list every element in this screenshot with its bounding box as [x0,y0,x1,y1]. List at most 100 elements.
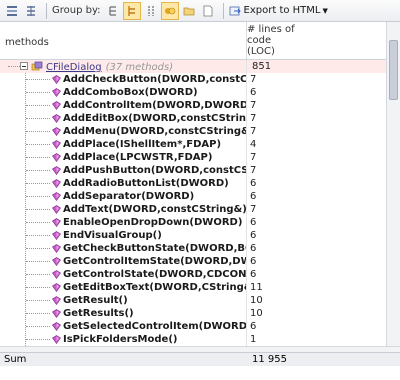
method-name[interactable]: AddComboBox(DWORD) [63,86,198,99]
method-name[interactable]: AddPushButton(DWORD,constCString&) [63,164,246,177]
method-name[interactable]: AddPlace(IShellItem*,FDAP) [63,138,221,151]
method-name[interactable]: AddPlace(LPCWSTR,FDAP) [63,151,212,164]
tree-row-method[interactable]: AddPushButton(DWORD,constCString&) 7 [0,164,400,177]
flat-list-icon [108,5,116,16]
tree-connector [26,235,50,236]
method-name[interactable]: GetCheckButtonState(DWORD,BOOL&) [63,242,246,255]
tree-row-method[interactable]: AddPlace(IShellItem*,FDAP) 4 [0,138,400,151]
method-name[interactable]: GetEditBoxText(DWORD,CString&) [63,281,246,294]
file-icon [203,5,212,16]
method-icon [52,270,61,279]
method-name[interactable]: GetResult() [63,294,128,307]
tree-row-method[interactable]: AddCheckButton(DWORD,constCString&,B 7 [0,73,400,86]
tree-row-method[interactable]: EndVisualGroup() 6 [0,229,400,242]
method-name[interactable]: AddRadioButtonList(DWORD) [63,177,229,190]
loc-value: 11 [250,282,263,293]
column-header: methods # lines of code (LOC) [0,22,400,60]
group-by-type-button[interactable] [122,1,141,20]
method-name[interactable]: AddControlItem(DWORD,DWORD,constCS [63,99,246,112]
tree-connector [26,248,50,249]
collapse-toggle-icon[interactable] [20,62,28,70]
group-flat-button[interactable] [104,2,122,20]
tree-connector [26,170,50,171]
method-name[interactable]: GetSelectedControlItem(DWORD,DWORD& [63,320,246,333]
method-name[interactable]: IsPickFoldersMode() [63,333,177,346]
method-icon [52,231,61,240]
tree-row-method[interactable]: AddText(DWORD,constCString&) 7 [0,203,400,216]
class-label: CFileDialog (37 methods) [46,60,173,73]
loc-column-header[interactable]: # lines of code (LOC) [247,24,367,57]
loc-value: 7 [250,126,257,137]
method-name[interactable]: AddMenu(DWORD,constCString&) [63,125,246,138]
method-name[interactable]: AddEditBox(DWORD,constCString&) [63,112,246,125]
method-name[interactable]: GetResults() [63,307,134,320]
tree-row-method[interactable]: AddComboBox(DWORD) 6 [0,86,400,99]
method-icon [52,140,61,149]
summary-footer: Sum 11 955 [0,352,400,367]
tree-row-method[interactable]: AddControlItem(DWORD,DWORD,constCS 7 [0,99,400,112]
loc-value: 6 [250,178,257,189]
tree-connector [26,92,50,93]
tree-connector [26,222,50,223]
group-by-folder-button[interactable] [180,2,198,20]
method-name[interactable]: AddText(DWORD,constCString&) [63,203,246,216]
tree-row-method[interactable]: GetCheckButtonState(DWORD,BOOL&) 6 [0,242,400,255]
tree-connector [8,66,20,67]
tree-row-method[interactable]: EnableOpenDropDown(DWORD) 6 [0,216,400,229]
tree-row-method[interactable]: GetEditBoxText(DWORD,CString&) 11 [0,281,400,294]
class-name[interactable]: CFileDialog [46,62,102,73]
method-name[interactable]: AddSeparator(DWORD) [63,190,194,203]
tree-row-method[interactable]: AddRadioButtonList(DWORD) 6 [0,177,400,190]
group-by-assembly-button[interactable] [160,1,179,20]
loc-value: 7 [250,204,257,215]
tree-row-method[interactable]: IsPickFoldersMode() 1 [0,333,400,346]
loc-value: 6 [250,243,257,254]
tree-row-method[interactable]: AddPlace(LPCWSTR,FDAP) 7 [0,151,400,164]
method-name[interactable]: EnableOpenDropDown(DWORD) [63,216,242,229]
tree-row-method[interactable]: AddMenu(DWORD,constCString&) 7 [0,125,400,138]
method-icon [52,101,61,110]
method-icon [52,114,61,123]
expand-all-button[interactable] [22,2,40,20]
tree-row-method[interactable]: GetResults() 10 [0,307,400,320]
tree-connector [26,105,50,106]
method-icon [52,75,61,84]
method-icon [52,309,61,318]
method-name[interactable]: EndVisualGroup() [63,229,162,242]
assembly-icon [164,7,175,14]
tree-row-method[interactable]: AddEditBox(DWORD,constCString&) 7 [0,112,400,125]
tree-connector [26,144,50,145]
tree-row-class[interactable]: CFileDialog (37 methods) 851 [0,60,400,73]
collapse-all-icon [7,5,17,16]
method-name[interactable]: AddCheckButton(DWORD,constCString&,B [63,73,246,86]
method-name[interactable]: GetControlState(DWORD,CDCONTROLST [63,268,246,281]
collapse-all-button[interactable] [3,2,21,20]
tree-row-method[interactable]: GetControlState(DWORD,CDCONTROLST 6 [0,268,400,281]
method-icon [52,153,61,162]
tree-row-method[interactable]: AddSeparator(DWORD) 6 [0,190,400,203]
tree-connector [26,261,50,262]
loc-value: 10 [250,308,263,319]
loc-header-line: code [247,35,272,46]
tree-connector [26,287,50,288]
method-icon [52,244,61,253]
export-to-html-button[interactable]: Export to HTML ▼ [229,5,328,17]
vertical-scrollbar[interactable] [386,22,400,346]
methods-column-header[interactable]: methods [5,37,49,48]
group-by-file-button[interactable] [199,2,217,20]
sum-value: 11 955 [252,354,287,365]
export-label: Export to HTML [243,5,321,16]
tree-row-method[interactable]: GetControlItemState(DWORD,DWORD,CD 6 [0,255,400,268]
method-name[interactable]: GetControlItemState(DWORD,DWORD,CD [63,255,246,268]
tree-group-icon [127,5,135,16]
loc-value: 6 [250,230,257,241]
loc-value: 7 [250,152,257,163]
expand-all-icon [27,5,35,16]
tree-connector [26,79,50,80]
group-by-namespace-button[interactable] [142,2,160,20]
tree-row-method[interactable]: GetSelectedControlItem(DWORD,DWORD&6 [0,320,400,333]
tree-row-method[interactable]: GetResult() 10 [0,294,400,307]
tree-connector [26,183,50,184]
group-by-label: Group by: [52,5,101,16]
scrollbar-thumb[interactable] [389,40,398,100]
